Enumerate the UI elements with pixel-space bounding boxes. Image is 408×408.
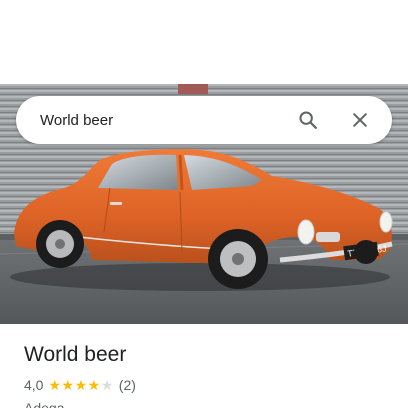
place-info[interactable]: World beer 4,0 ★ ★ ★ ★ ★ (2) Adega	[0, 324, 408, 408]
rating-row[interactable]: 4,0 ★ ★ ★ ★ ★ (2)	[24, 376, 384, 394]
place-screen: TTU 536J World beer World beer	[0, 0, 408, 408]
star-icon: ★	[100, 377, 114, 393]
star-icon: ★	[74, 377, 88, 393]
star-icon: ★	[61, 377, 75, 393]
top-spacer	[0, 0, 408, 84]
review-count[interactable]: (2)	[119, 376, 136, 394]
place-title: World beer	[24, 343, 127, 366]
search-button[interactable]	[290, 102, 326, 138]
search-icon	[299, 111, 317, 129]
close-icon	[353, 113, 367, 127]
clear-button[interactable]	[342, 102, 378, 138]
place-category: Adega	[24, 400, 65, 408]
search-bar[interactable]: World beer	[16, 96, 392, 144]
search-input[interactable]: World beer	[40, 112, 290, 129]
star-icon: ★	[48, 377, 62, 393]
star-icon: ★	[87, 377, 101, 393]
rating-value: 4,0	[24, 377, 44, 393]
star-rating: ★ ★ ★ ★ ★	[48, 378, 113, 392]
